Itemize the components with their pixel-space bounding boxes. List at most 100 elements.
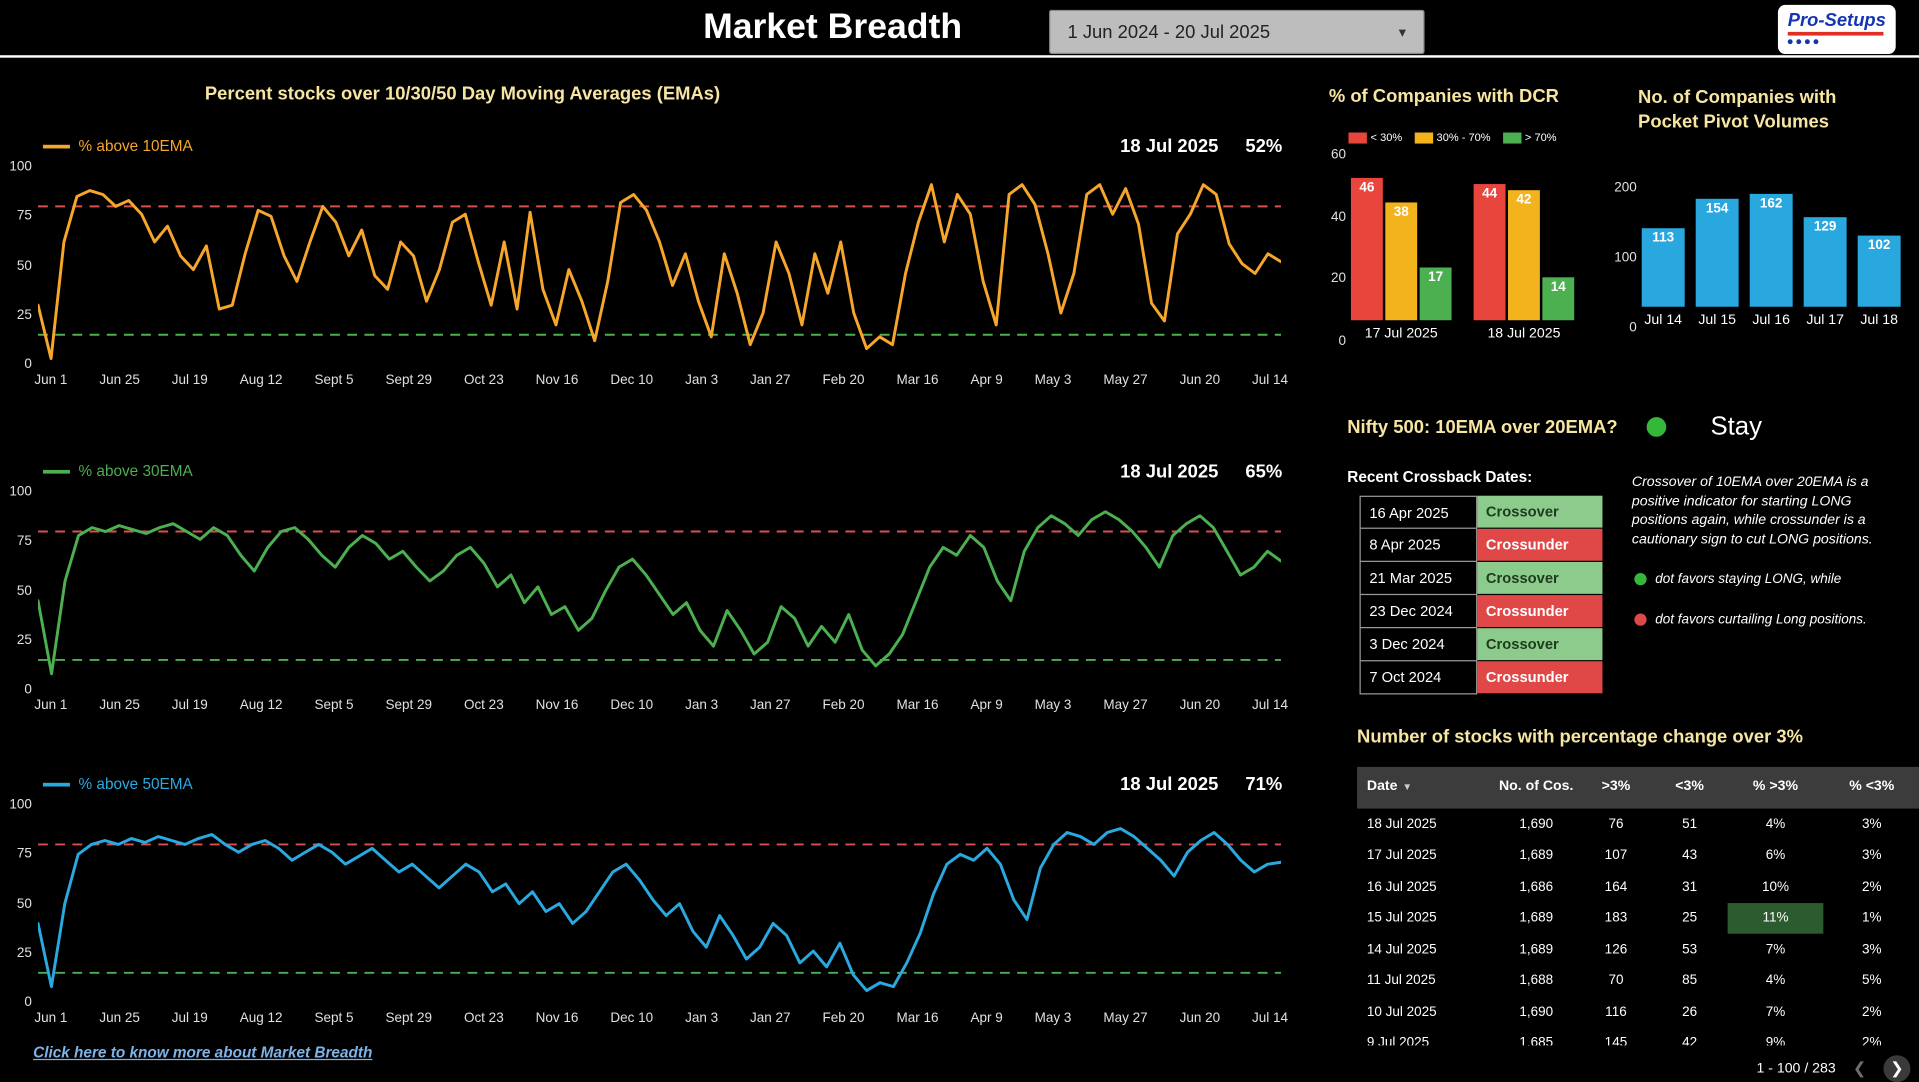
x-tick-label: Dec 10: [610, 373, 654, 388]
bar[interactable]: 38: [1385, 202, 1418, 321]
crossback-date: 21 Mar 2025: [1359, 561, 1478, 596]
x-tick-label: Feb 20: [822, 698, 865, 713]
date-range-dropdown[interactable]: 1 Jun 2024 - 20 Jul 2025 ▾: [1049, 9, 1425, 54]
column-header[interactable]: % >3%: [1728, 767, 1824, 809]
bar[interactable]: 17: [1419, 267, 1452, 321]
bar-value-label: 102: [1867, 237, 1891, 253]
bar[interactable]: 44: [1473, 183, 1506, 321]
bar-row: 154: [1695, 167, 1739, 307]
bar-value-label: 154: [1705, 201, 1729, 217]
red-dot-icon: [1634, 613, 1647, 626]
column-header[interactable]: >3%: [1580, 767, 1651, 809]
market-breadth-link[interactable]: Click here to know more about Market Bre…: [33, 1044, 372, 1061]
x-axis: Jun 1 Jun 25 Jul 19 Aug 12 Sept 5 Sept 29 Oct …: [34, 698, 1288, 713]
crossback-row: 8 Apr 2025 Crossunder: [1359, 528, 1603, 562]
bar-value-label: 42: [1516, 192, 1532, 207]
table-row: 16 Jul 2025 1,686 164 31 10% 2%: [1357, 871, 1919, 902]
bar-value-label: 162: [1759, 195, 1783, 211]
line-plot[interactable]: [38, 487, 1281, 694]
bar[interactable]: 102: [1857, 235, 1901, 307]
x-tick-label: Apr 9: [970, 1011, 1003, 1026]
y-tick-label: 0: [1338, 333, 1347, 349]
legend-label: % above 50EMA: [78, 775, 193, 793]
table-cell: 43: [1682, 848, 1698, 863]
line-plot[interactable]: [38, 800, 1281, 1007]
table-cell: 15 Jul 2025: [1366, 910, 1437, 926]
bar[interactable]: 154: [1695, 199, 1739, 307]
bar[interactable]: 113: [1641, 227, 1685, 307]
bar-group: 129 Jul 17: [1803, 167, 1847, 328]
bar[interactable]: 46: [1350, 177, 1383, 321]
crossback-date: 8 Apr 2025: [1359, 528, 1478, 562]
x-tick-label: Jan 27: [750, 1011, 791, 1026]
x-tick-label: Feb 20: [822, 373, 865, 388]
x-tick-label: Sept 29: [385, 698, 432, 713]
pocket-pivot-title: No. of Companies with Pocket Pivot Volum…: [1638, 87, 1837, 132]
y-tick-label: 25: [16, 632, 32, 648]
x-tick-label: May 3: [1034, 698, 1072, 713]
bar[interactable]: 14: [1542, 276, 1575, 321]
bar[interactable]: 129: [1803, 216, 1847, 307]
table-cell: 3%: [1862, 848, 1882, 863]
dcr-chart-title: % of Companies with DCR: [1328, 85, 1559, 107]
x-tick-label: Jun 1: [34, 373, 68, 388]
ema-section-title: Percent stocks over 10/30/50 Day Moving …: [204, 83, 721, 105]
column-header[interactable]: % <3%: [1823, 767, 1919, 809]
table-cell: 183: [1604, 910, 1628, 926]
column-header[interactable]: No. of Cos.: [1492, 767, 1580, 809]
x-tick-label: Jul 15: [1698, 312, 1737, 328]
legend-swatch: [42, 782, 70, 786]
y-tick-label: 75: [16, 534, 32, 549]
nifty-title: Nifty 500: 10EMA over 20EMA?: [1347, 416, 1618, 438]
pp-plot: 113 Jul 14 154 Jul 15 162 Jul 16 129 Jul 17 102 J…: [1641, 188, 1901, 328]
table-cell: 107: [1604, 848, 1628, 863]
table-cell: 53: [1682, 942, 1698, 957]
x-tick-label: Dec 10: [610, 698, 654, 713]
x-tick-label: 18 Jul 2025: [1487, 326, 1561, 342]
chart-legend: % above 50EMA: [42, 775, 193, 793]
y-tick-label: 60: [1330, 147, 1347, 162]
x-tick-label: Jun 25: [99, 698, 140, 713]
crossback-row: 21 Mar 2025 Crossover: [1359, 561, 1603, 596]
y-tick-label: 40: [1330, 209, 1347, 225]
bar[interactable]: 42: [1507, 189, 1540, 321]
table-cell: 2%: [1862, 879, 1882, 895]
line-plot[interactable]: [38, 162, 1281, 369]
bar-row: 46 38 17: [1350, 134, 1452, 321]
y-tick-label: 75: [16, 208, 32, 224]
next-page-icon[interactable]: ❯: [1883, 1055, 1911, 1082]
logo-text: Pro-Setups: [1787, 9, 1886, 31]
status-dot: [1646, 417, 1667, 437]
table-cell: 9 Jul 2025: [1366, 1035, 1430, 1046]
date-range-value: 1 Jun 2024 - 20 Jul 2025: [1067, 21, 1271, 43]
x-tick-label: Jul 19: [171, 698, 208, 713]
prev-page-icon[interactable]: ❮: [1853, 1059, 1866, 1079]
crossback-status: Crossunder: [1477, 528, 1603, 562]
bar[interactable]: 162: [1749, 193, 1793, 307]
green-dot-legend: dot favors staying LONG, while: [1634, 572, 1841, 587]
pagination-label: 1 - 100 / 283: [1756, 1061, 1836, 1077]
table-cell: 1%: [1862, 910, 1882, 926]
column-header[interactable]: Date ▼: [1357, 767, 1492, 809]
pocket-pivot-chart: No. of Companies with Pocket Pivot Volum…: [1607, 86, 1916, 335]
crossback-status: Crossover: [1477, 628, 1603, 662]
dcr-chart: % of Companies with DCR < 30% 30% - 70% > …: [1328, 85, 1630, 348]
table-cell: 145: [1604, 1035, 1628, 1046]
x-tick-label: Jun 20: [1179, 373, 1221, 388]
sort-icon: ▼: [1402, 782, 1413, 794]
legend-label: % above 10EMA: [78, 137, 193, 155]
table-cell: 10 Jul 2025: [1366, 1004, 1437, 1020]
x-tick-label: Jan 27: [750, 373, 791, 388]
column-header-label: % >3%: [1752, 779, 1799, 795]
x-tick-label: Jul 16: [1752, 312, 1791, 328]
bar-value-label: 113: [1652, 230, 1675, 245]
column-header[interactable]: <3%: [1652, 767, 1728, 809]
pocket-pivot-body: 200 100 0 113 Jul 14 154 Jul 15 162 Jul 16 129 Ju…: [1607, 180, 1916, 335]
chart-body: 100 75 50 25 0: [0, 160, 1288, 372]
table-cell: 25: [1682, 910, 1698, 926]
table-cell: 1,690: [1519, 1004, 1554, 1020]
stocks-table-body: 18 Jul 2025 1,690 76 51 4% 3% 17 Jul 2025 1,689…: [1357, 809, 1919, 1046]
crossback-date: 7 Oct 2024: [1359, 661, 1478, 695]
pagination: 1 - 100 / 283 ❮ ❯: [1756, 1055, 1911, 1082]
x-tick-label: Jul 14: [1252, 698, 1289, 713]
